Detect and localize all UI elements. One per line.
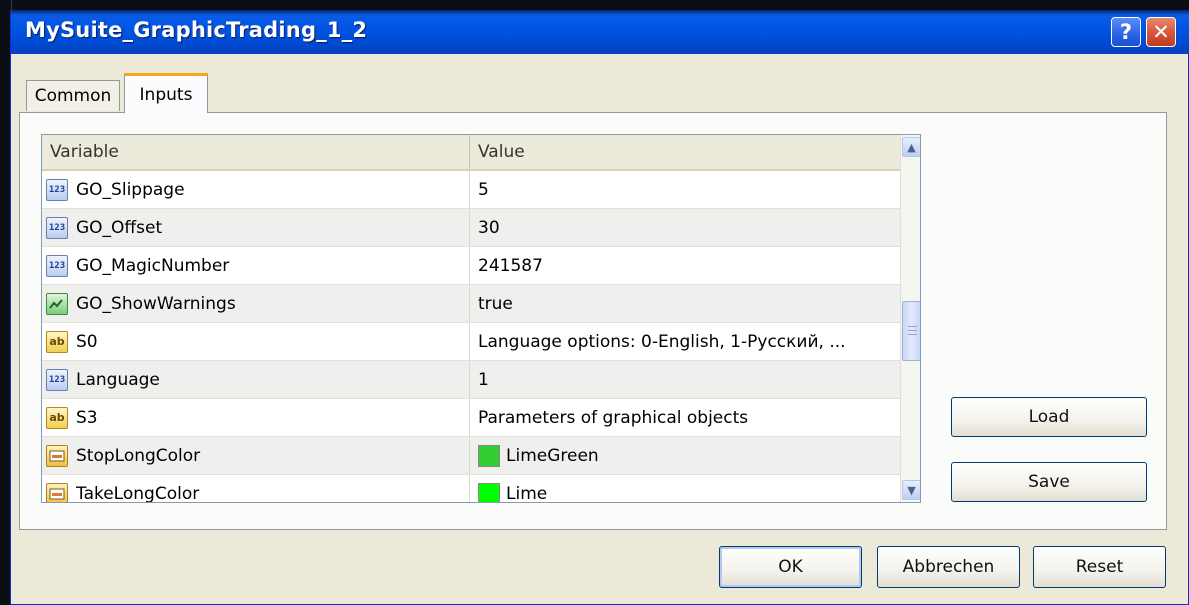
table-row[interactable]: ab S0 Language options: 0-English, 1-Русск… [42, 323, 900, 361]
table-row[interactable]: GO_ShowWarnings true [42, 285, 900, 323]
grip-line [908, 334, 917, 335]
number-icon: 123 [46, 178, 68, 201]
value-cell[interactable]: true [470, 285, 900, 322]
table-row[interactable]: 123 GO_MagicNumber 241587 [42, 247, 900, 285]
variable-name: S3 [76, 407, 98, 428]
variable-name: GO_MagicNumber [76, 255, 230, 276]
variable-value: 1 [478, 369, 489, 390]
inputs-grid: Variable Value 123 GO_Slippage 5 123 GO_Offs… [41, 134, 921, 503]
grip-line [908, 330, 917, 331]
variable-cell[interactable]: TakeLongColor [42, 475, 470, 503]
variable-name: StopLongColor [76, 445, 201, 466]
number-icon: 123 [46, 368, 68, 391]
variable-value: Parameters of graphical objects [478, 407, 749, 428]
cancel-button[interactable]: Abbrechen [877, 546, 1020, 588]
variable-cell[interactable]: 123 GO_Offset [42, 209, 470, 246]
boolean-icon [46, 292, 68, 315]
column-header-variable[interactable]: Variable [42, 135, 470, 169]
variable-cell[interactable]: GO_ShowWarnings [42, 285, 470, 322]
scroll-up-button[interactable]: ▲ [902, 137, 920, 157]
table-row[interactable]: 123 GO_Slippage 5 [42, 171, 900, 209]
close-icon: ✕ [1152, 20, 1170, 44]
table-row[interactable]: StopLongColor LimeGreen [42, 437, 900, 475]
variable-name: S0 [76, 331, 98, 352]
value-cell[interactable]: 5 [470, 171, 900, 208]
help-icon: ? [1119, 20, 1133, 44]
string-icon: ab [46, 406, 68, 429]
variable-cell[interactable]: 123 Language [42, 361, 470, 398]
value-cell[interactable]: 241587 [470, 247, 900, 284]
color-icon [46, 482, 68, 502]
number-icon: 123 [46, 216, 68, 239]
variable-value: true [478, 293, 513, 314]
chart-backdrop-top [0, 0, 1189, 10]
variable-name: TakeLongColor [76, 483, 200, 503]
grip-line [908, 326, 917, 327]
table-row[interactable]: 123 GO_Offset 30 [42, 209, 900, 247]
value-cell[interactable]: Language options: 0-English, 1-Русский, … [470, 323, 900, 360]
grid-scrollbar[interactable]: ▲ ▼ [900, 135, 920, 502]
value-cell[interactable]: Parameters of graphical objects [470, 399, 900, 436]
variable-value: LimeGreen [506, 445, 599, 466]
scroll-thumb[interactable] [902, 301, 920, 361]
color-swatch [478, 482, 500, 502]
color-icon [46, 444, 68, 467]
variable-name: GO_Slippage [76, 179, 185, 200]
variable-name: GO_ShowWarnings [76, 293, 236, 314]
tab-inputs[interactable]: Inputs [124, 73, 208, 113]
variable-value: Lime [506, 483, 548, 503]
table-row[interactable]: ab S3 Parameters of graphical objects [42, 399, 900, 437]
value-cell[interactable]: 30 [470, 209, 900, 246]
variable-value: 30 [478, 217, 500, 238]
value-cell[interactable]: 1 [470, 361, 900, 398]
tab-inputs-label: Inputs [139, 84, 193, 105]
load-button[interactable]: Load [951, 397, 1147, 437]
window-title: MySuite_GraphicTrading_1_2 [25, 18, 368, 42]
grid-rows: 123 GO_Slippage 5 123 GO_Offset 30 123 GO_Magic… [42, 171, 900, 503]
save-button[interactable]: Save [951, 462, 1147, 502]
variable-cell[interactable]: ab S3 [42, 399, 470, 436]
value-cell[interactable]: LimeGreen [470, 437, 900, 474]
variable-cell[interactable]: 123 GO_Slippage [42, 171, 470, 208]
scroll-down-button[interactable]: ▼ [902, 480, 920, 500]
close-button[interactable]: ✕ [1146, 17, 1176, 47]
chevron-down-icon: ▼ [907, 483, 916, 497]
reset-button[interactable]: Reset [1033, 546, 1166, 588]
grid-header: Variable Value [42, 135, 900, 171]
color-swatch [478, 444, 500, 467]
table-row[interactable]: 123 Language 1 [42, 361, 900, 399]
variable-name: GO_Offset [76, 217, 163, 238]
tab-common[interactable]: Common [26, 80, 120, 111]
variable-cell[interactable]: ab S0 [42, 323, 470, 360]
tab-common-label: Common [34, 86, 112, 106]
variable-value: Language options: 0-English, 1-Русский, … [478, 331, 846, 352]
column-header-value[interactable]: Value [470, 135, 900, 169]
variable-cell[interactable]: StopLongColor [42, 437, 470, 474]
title-bar[interactable]: MySuite_GraphicTrading_1_2 ? ✕ [11, 10, 1189, 54]
variable-cell[interactable]: 123 GO_MagicNumber [42, 247, 470, 284]
string-icon: ab [46, 330, 68, 353]
number-icon: 123 [46, 254, 68, 277]
chevron-up-icon: ▲ [907, 140, 916, 154]
help-button[interactable]: ? [1111, 17, 1141, 47]
variable-name: Language [76, 369, 160, 390]
variable-value: 241587 [478, 255, 543, 276]
ok-button[interactable]: OK [719, 546, 862, 588]
variable-value: 5 [478, 179, 489, 200]
table-row[interactable]: TakeLongColor Lime [42, 475, 900, 503]
value-cell[interactable]: Lime [470, 475, 900, 503]
